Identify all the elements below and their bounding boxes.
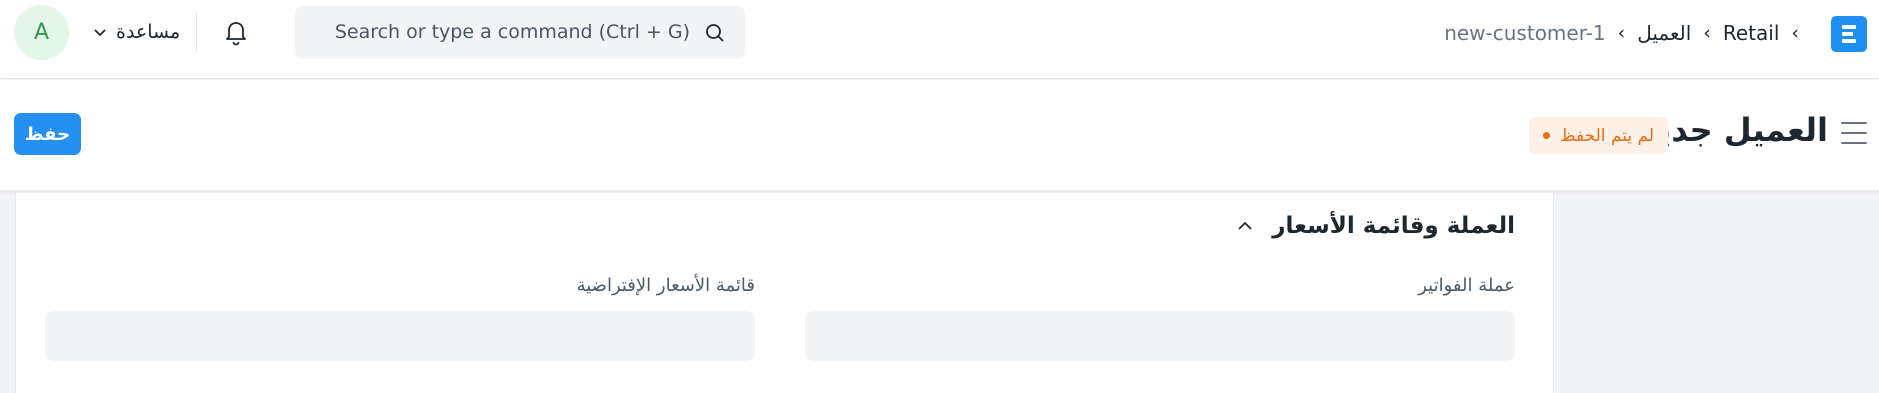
default-price-list-field[interactable]: [45, 311, 755, 361]
navbar: ‹ Retail ‹ العميل ‹ new-customer-1 Searc…: [0, 0, 1879, 79]
breadcrumb: ‹ Retail ‹ العميل ‹ new-customer-1: [1444, 0, 1811, 65]
notification-bell-icon[interactable]: [221, 17, 251, 47]
default-price-list-label: قائمة الأسعار الإفتراضية: [576, 275, 755, 296]
avatar[interactable]: A: [14, 5, 69, 60]
page-head: العميل جديد لم يتم الحفظ حفظ: [0, 80, 1879, 191]
navbar-divider: [196, 13, 197, 51]
status-badge: لم يتم الحفظ: [1528, 117, 1668, 154]
app-logo[interactable]: [1831, 16, 1867, 52]
page-title: العميل جديد: [1640, 111, 1828, 149]
section-header[interactable]: العملة وقائمة الأسعار: [1234, 213, 1515, 239]
form-section: العملة وقائمة الأسعار عملة الفواتير قائم…: [15, 193, 1554, 393]
chevron-left-icon: ‹: [1617, 21, 1626, 44]
status-label: لم يتم الحفظ: [1559, 125, 1654, 146]
chevron-down-icon: [94, 29, 106, 37]
breadcrumb-item-current[interactable]: new-customer-1: [1444, 21, 1605, 45]
breadcrumb-item-retail[interactable]: Retail: [1723, 21, 1780, 45]
section-title: العملة وقائمة الأسعار: [1272, 213, 1515, 239]
search-input[interactable]: Search or type a command (Ctrl + G): [335, 6, 690, 59]
status-dot-icon: [1542, 132, 1550, 139]
billing-currency-label: عملة الفواتير: [1418, 275, 1515, 296]
search-bar[interactable]: Search or type a command (Ctrl + G): [295, 6, 745, 59]
billing-currency-field[interactable]: [805, 311, 1515, 361]
chevron-left-icon: ‹: [1791, 21, 1799, 44]
menu-icon[interactable]: [1841, 122, 1867, 146]
help-dropdown[interactable]: مساعدة: [92, 17, 180, 47]
chevron-up-icon[interactable]: [1234, 215, 1256, 237]
breadcrumb-item-customer[interactable]: العميل: [1637, 21, 1691, 45]
search-icon: [706, 24, 724, 42]
save-button[interactable]: حفظ: [14, 113, 81, 155]
chevron-left-icon: ‹: [1703, 21, 1711, 44]
help-label: مساعدة: [116, 21, 181, 43]
